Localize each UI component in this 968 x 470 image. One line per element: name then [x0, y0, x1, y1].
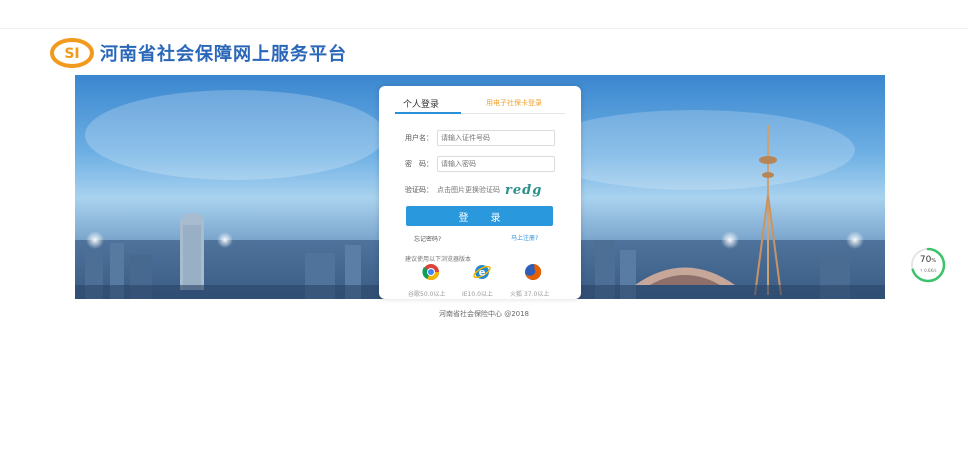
- ie-icon[interactable]: e: [473, 263, 491, 281]
- login-button[interactable]: 登录: [406, 206, 553, 226]
- site-header: SI 河南省社会保障网上服务平台: [50, 36, 347, 70]
- site-title: 河南省社会保障网上服务平台: [100, 44, 347, 65]
- active-tab-indicator: [395, 112, 461, 114]
- firefox-version: 火狐 37.0以上: [510, 291, 550, 298]
- password-input[interactable]: [437, 156, 555, 172]
- footer-copyright: 河南省社会保险中心 @2018: [438, 310, 530, 318]
- browser-hint: 建议使用以下浏览器版本: [405, 256, 472, 263]
- speed-value: 70%: [919, 255, 937, 265]
- firefox-icon[interactable]: [524, 263, 542, 281]
- logo-text: SI: [64, 46, 79, 62]
- password-label: 密 码：: [405, 160, 433, 168]
- username-input[interactable]: [437, 130, 555, 146]
- top-divider: [0, 28, 968, 29]
- captcha-label: 验证码：: [405, 186, 433, 194]
- username-label: 用户名：: [405, 134, 433, 142]
- speed-widget[interactable]: 70% ↑ 0.6K/s: [910, 247, 946, 283]
- register-link[interactable]: 马上注册?: [511, 233, 538, 242]
- chrome-version: 谷歌50.0以上: [408, 291, 446, 298]
- captcha-image[interactable]: redg: [505, 183, 542, 198]
- tab-card-login[interactable]: 用电子社保卡登录: [486, 98, 542, 108]
- chrome-icon[interactable]: [422, 263, 440, 281]
- login-tabs: 个人登录 用电子社保卡登录: [395, 96, 565, 114]
- si-logo: SI: [50, 38, 94, 68]
- username-row: 用户名：: [405, 130, 555, 146]
- forgot-password-link[interactable]: 忘记密码?: [414, 234, 441, 243]
- login-panel: 个人登录 用电子社保卡登录 用户名： 密 码： 验证码： 点击图片更换验证码 r…: [379, 86, 581, 299]
- speed-rate: ↑ 0.6K/s: [919, 268, 937, 273]
- ie-version: IE10.0以上: [462, 291, 493, 298]
- tab-personal-login[interactable]: 个人登录: [403, 97, 439, 110]
- captcha-row: 验证码： 点击图片更换验证码 redg: [405, 182, 542, 198]
- captcha-hint: 点击图片更换验证码: [437, 186, 500, 194]
- svg-text:e: e: [479, 268, 486, 279]
- password-row: 密 码：: [405, 156, 555, 172]
